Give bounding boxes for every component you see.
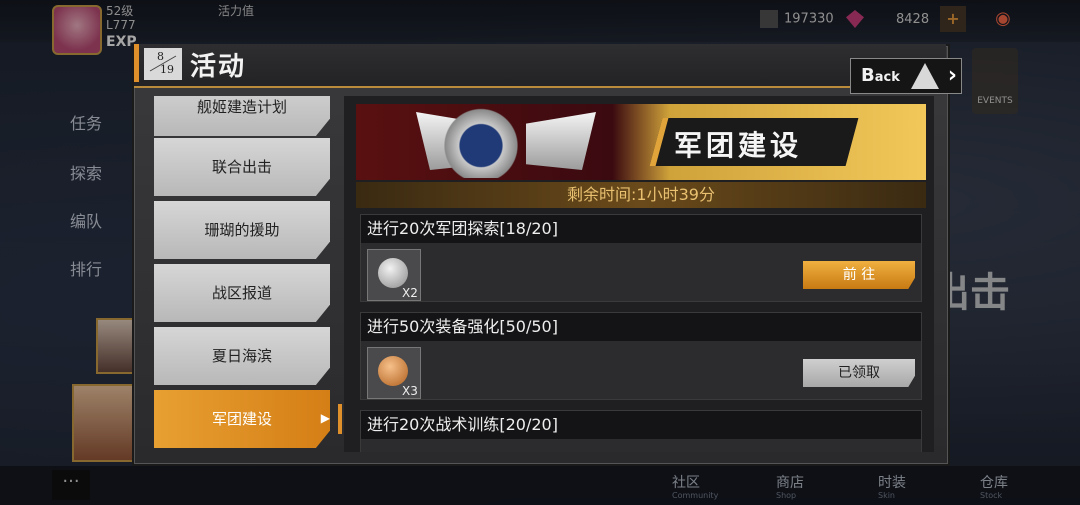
coin-icon [378, 356, 408, 386]
tab-coral-aid[interactable]: 珊瑚的援助 [154, 201, 330, 259]
tab-war-report[interactable]: 战区报道 [154, 264, 330, 322]
tab-label: 军团建设 [211, 410, 272, 428]
task-title: 进行50次装备强化[50/50] [361, 313, 921, 341]
task-card: 进行50次装备强化[50/50] X3 已领取 [360, 312, 922, 400]
panel-header [134, 44, 946, 88]
banner-title: 军团建设 [674, 129, 803, 162]
tab-scroll-indicator [338, 404, 342, 434]
coin-icon [378, 258, 408, 288]
reward-quantity: X2 [402, 286, 418, 300]
task-title: 进行20次战术训练[20/20] [361, 411, 921, 439]
event-content[interactable]: 军团建设 剩余时间:1小时39分 进行20次军团探索[18/20] X2 前 往… [344, 96, 934, 452]
go-button[interactable]: 前 往 [803, 261, 915, 289]
triangle-icon [911, 63, 939, 89]
page-title: 活动 [190, 52, 247, 82]
reward-quantity: X3 [402, 384, 418, 398]
task-card: 进行20次战术训练[20/20] [360, 410, 922, 452]
claimed-button: 已领取 [803, 359, 915, 387]
remaining-time: 剩余时间:1小时39分 [356, 182, 926, 208]
tab-joint-sortie[interactable]: 联合出击 [154, 138, 330, 196]
wing-right-icon [526, 112, 596, 170]
tab-summer-beach[interactable]: 夏日海滨 [154, 327, 330, 385]
event-tab-list[interactable]: 舰姬建造计划 联合出击 珊瑚的援助 战区报道 夏日海滨 军团建设 ▶ [146, 96, 336, 452]
reward-item[interactable]: X2 [367, 249, 421, 301]
event-banner: 军团建设 [356, 104, 926, 180]
arrow-right-icon: ▶ [320, 411, 330, 425]
reward-item[interactable]: X3 [367, 347, 421, 399]
tab-build-plan[interactable]: 舰姬建造计划 [154, 96, 330, 136]
back-button[interactable]: Back › [850, 58, 962, 94]
header-accent [134, 44, 139, 82]
chevron-right-icon: › [947, 63, 957, 88]
tab-legion-build[interactable]: 军团建设 ▶ [154, 390, 330, 448]
page-indicator: 8 19 [144, 48, 182, 80]
task-title: 进行20次军团探索[18/20] [361, 215, 921, 243]
legion-emblem-icon [436, 106, 526, 178]
task-card: 进行20次军团探索[18/20] X2 前 往 [360, 214, 922, 302]
